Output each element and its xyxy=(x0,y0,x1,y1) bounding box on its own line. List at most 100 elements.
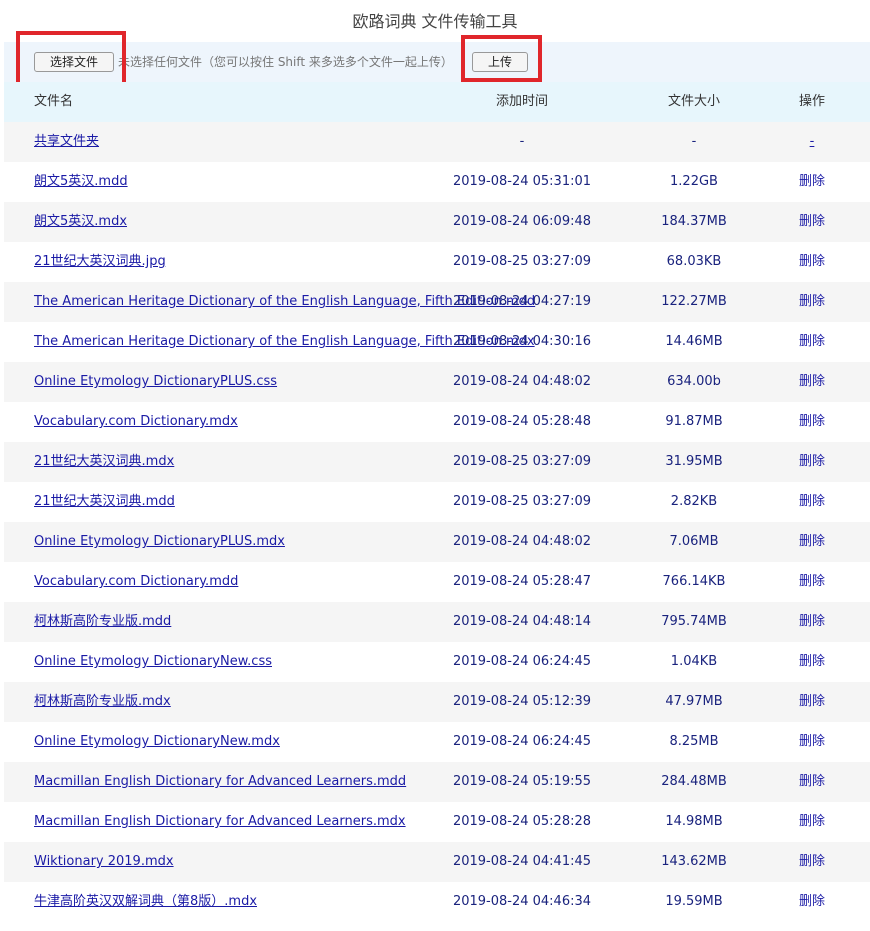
delete-link[interactable]: 删除 xyxy=(799,414,825,429)
file-link[interactable]: 柯林斯高阶专业版.mdx xyxy=(34,694,171,709)
added-time-cell: 2019-08-24 05:12:39 xyxy=(452,694,592,709)
operation-cell: 删除 xyxy=(784,162,840,202)
file-link[interactable]: Vocabulary.com Dictionary.mdx xyxy=(34,414,238,429)
operation-cell: 删除 xyxy=(784,722,840,762)
file-name-cell: 朗文5英汉.mdd xyxy=(34,162,128,202)
added-time-cell: 2019-08-24 04:48:14 xyxy=(452,614,592,629)
file-name-cell: 柯林斯高阶专业版.mdd xyxy=(34,602,171,642)
table-row: 21世纪大英汉词典.mdd 2019-08-25 03:27:09 2.82KB 删除 xyxy=(4,482,870,522)
operation-cell: 删除 xyxy=(784,322,840,362)
table-row: 柯林斯高阶专业版.mdx 2019-08-24 05:12:39 47.97MB 删除 xyxy=(4,682,870,722)
file-link[interactable]: 21世纪大英汉词典.mdd xyxy=(34,494,175,509)
file-size-cell: 122.27MB xyxy=(661,294,727,309)
delete-link[interactable]: 删除 xyxy=(799,334,825,349)
table-row: Vocabulary.com Dictionary.mdx 2019-08-24 … xyxy=(4,402,870,442)
file-name-cell: 21世纪大英汉词典.jpg xyxy=(34,242,166,282)
file-size-cell: 91.87MB xyxy=(665,414,723,429)
header-name: 文件名 xyxy=(34,94,74,109)
file-link[interactable]: 柯林斯高阶专业版.mdd xyxy=(34,614,171,629)
file-name-cell: Online Etymology DictionaryPLUS.mdx xyxy=(34,522,285,562)
added-time-cell: 2019-08-25 03:27:09 xyxy=(452,494,592,509)
operation-cell: 删除 xyxy=(784,882,840,922)
file-link[interactable]: Online Etymology DictionaryPLUS.mdx xyxy=(34,534,285,549)
added-time-cell: 2019-08-24 05:28:28 xyxy=(452,814,592,829)
file-size-cell: 1.22GB xyxy=(670,174,718,189)
operation-cell: 删除 xyxy=(784,642,840,682)
file-link[interactable]: Online Etymology DictionaryNew.mdx xyxy=(34,734,280,749)
file-link[interactable]: Vocabulary.com Dictionary.mdd xyxy=(34,574,238,589)
file-name-cell: 朗文5英汉.mdx xyxy=(34,202,127,242)
file-link[interactable]: Macmillan English Dictionary for Advance… xyxy=(34,814,406,829)
operation-cell: 删除 xyxy=(784,282,840,322)
file-link[interactable]: 朗文5英汉.mdx xyxy=(34,214,127,229)
table-row: 21世纪大英汉词典.mdx 2019-08-25 03:27:09 31.95MB 删… xyxy=(4,442,870,482)
operation-cell: 删除 xyxy=(784,802,840,842)
file-link[interactable]: Online Etymology DictionaryPLUS.css xyxy=(34,374,277,389)
table-row: Macmillan English Dictionary for Advance… xyxy=(4,802,870,842)
delete-link[interactable]: 删除 xyxy=(799,734,825,749)
delete-link[interactable]: 删除 xyxy=(799,494,825,509)
file-name-cell: Wiktionary 2019.mdx xyxy=(34,842,174,882)
added-time-cell: 2019-08-24 06:24:45 xyxy=(452,734,592,749)
operation-cell: 删除 xyxy=(784,362,840,402)
file-link[interactable]: 朗文5英汉.mdd xyxy=(34,174,128,189)
operation-cell: 删除 xyxy=(784,482,840,522)
delete-link[interactable]: 删除 xyxy=(799,214,825,229)
added-time-cell: 2019-08-25 03:27:09 xyxy=(452,454,592,469)
file-link[interactable]: Online Etymology DictionaryNew.css xyxy=(34,654,272,669)
file-name-cell: Vocabulary.com Dictionary.mdx xyxy=(34,402,238,442)
file-name-cell: 共享文件夹 xyxy=(34,122,99,162)
file-size-cell: 14.46MB xyxy=(665,334,723,349)
file-size-cell: 47.97MB xyxy=(665,694,723,709)
delete-link[interactable]: 删除 xyxy=(799,814,825,829)
delete-link[interactable]: 删除 xyxy=(799,854,825,869)
file-size-cell: 31.95MB xyxy=(665,454,723,469)
added-time-cell: 2019-08-25 03:27:09 xyxy=(452,254,592,269)
table-row: 朗文5英汉.mdx 2019-08-24 06:09:48 184.37MB 删除 xyxy=(4,202,870,242)
file-link[interactable]: Wiktionary 2019.mdx xyxy=(34,854,174,869)
delete-link[interactable]: 删除 xyxy=(799,574,825,589)
added-time-cell: 2019-08-24 05:28:48 xyxy=(452,414,592,429)
folder-op-link[interactable]: - xyxy=(810,134,815,149)
added-time-cell: 2019-08-24 04:48:02 xyxy=(452,374,592,389)
operation-cell: 删除 xyxy=(784,402,840,442)
file-link[interactable]: 21世纪大英汉词典.mdx xyxy=(34,454,174,469)
file-size-cell: 284.48MB xyxy=(661,774,727,789)
delete-link[interactable]: 删除 xyxy=(799,654,825,669)
delete-link[interactable]: 删除 xyxy=(799,174,825,189)
delete-link[interactable]: 删除 xyxy=(799,254,825,269)
table-row: 牛津高阶英汉双解词典（第8版）.mdx 2019-08-24 04:46:34 19… xyxy=(4,882,870,922)
added-time-cell: 2019-08-24 06:24:45 xyxy=(452,654,592,669)
delete-link[interactable]: 删除 xyxy=(799,774,825,789)
file-name-cell: Macmillan English Dictionary for Advance… xyxy=(34,802,406,842)
file-name-cell: 柯林斯高阶专业版.mdx xyxy=(34,682,171,722)
delete-link[interactable]: 删除 xyxy=(799,374,825,389)
delete-link[interactable]: 删除 xyxy=(799,694,825,709)
delete-link[interactable]: 删除 xyxy=(799,454,825,469)
delete-link[interactable]: 删除 xyxy=(799,894,825,909)
added-time-cell: 2019-08-24 04:46:34 xyxy=(452,894,592,909)
table-header: 文件名 添加时间 文件大小 操作 xyxy=(4,82,870,122)
file-name-cell: Online Etymology DictionaryNew.css xyxy=(34,642,272,682)
file-link[interactable]: Macmillan English Dictionary for Advance… xyxy=(34,774,406,789)
delete-link[interactable]: 删除 xyxy=(799,614,825,629)
upload-button[interactable]: 上传 xyxy=(472,52,528,72)
file-table: 文件名 添加时间 文件大小 操作 共享文件夹 - - - 朗文5英汉.mdd 2019-0… xyxy=(4,82,870,922)
file-size-cell: 7.06MB xyxy=(669,534,719,549)
delete-link[interactable]: 删除 xyxy=(799,294,825,309)
shared-folder-link[interactable]: 共享文件夹 xyxy=(34,134,99,149)
operation-cell: - xyxy=(784,122,840,162)
file-link[interactable]: 21世纪大英汉词典.jpg xyxy=(34,254,166,269)
table-row: Online Etymology DictionaryNew.mdx 2019-0… xyxy=(4,722,870,762)
file-name-cell: 21世纪大英汉词典.mdd xyxy=(34,482,175,522)
added-time-cell: 2019-08-24 04:41:45 xyxy=(452,854,592,869)
delete-link[interactable]: 删除 xyxy=(799,534,825,549)
table-row: 21世纪大英汉词典.jpg 2019-08-25 03:27:09 68.03KB 删… xyxy=(4,242,870,282)
table-row: The American Heritage Dictionary of the … xyxy=(4,322,870,362)
file-link[interactable]: 牛津高阶英汉双解词典（第8版）.mdx xyxy=(34,894,257,909)
operation-cell: 删除 xyxy=(784,602,840,642)
choose-file-button[interactable]: 选择文件 xyxy=(34,52,114,72)
file-size-cell: 634.00b xyxy=(667,374,721,389)
table-row: Wiktionary 2019.mdx 2019-08-24 04:41:45 14… xyxy=(4,842,870,882)
file-size-cell: 8.25MB xyxy=(669,734,719,749)
